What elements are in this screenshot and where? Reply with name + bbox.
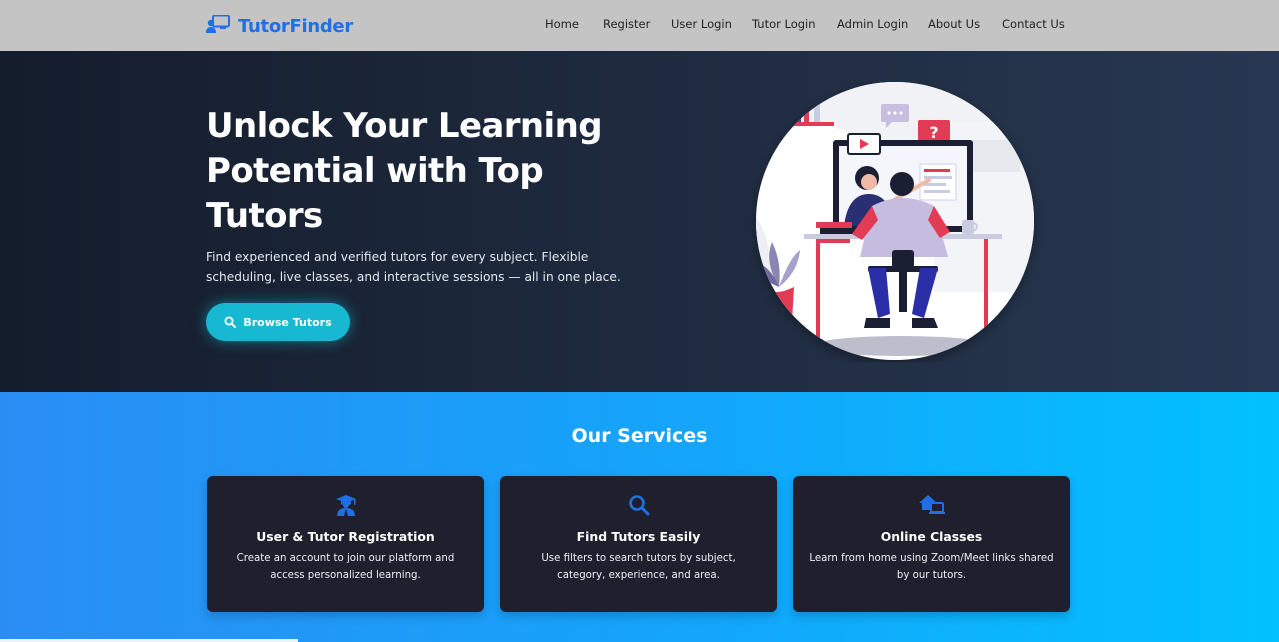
browse-tutors-label: Browse Tutors: [243, 315, 332, 329]
service-card-online-classes: Online Classes Learn from home using Zoo…: [793, 476, 1070, 612]
search-icon: [224, 313, 237, 332]
service-card-registration: User & Tutor Registration Create an acco…: [207, 476, 484, 612]
nav-register[interactable]: Register: [603, 17, 650, 31]
service-card-description: Use filters to search tutors by subject,…: [541, 553, 736, 581]
nav-user-login[interactable]: User Login: [671, 17, 732, 31]
brand-logo[interactable]: TutorFinder: [206, 14, 353, 38]
service-card-title: Online Classes: [880, 529, 983, 544]
chalkboard-user-icon: [206, 14, 230, 37]
main-nav: Home Register User Login Tutor Login Adm…: [532, 17, 1072, 35]
nav-admin-login[interactable]: Admin Login: [837, 17, 908, 31]
service-card-find-tutors: Find Tutors Easily Use filters to search…: [500, 476, 777, 612]
nav-tutor-login[interactable]: Tutor Login: [752, 17, 816, 31]
browse-tutors-button[interactable]: Browse Tutors: [206, 303, 350, 341]
navbar: TutorFinder Home Register User Login Tut…: [0, 0, 1279, 51]
online-class-icon: [793, 494, 1070, 518]
graduate-icon: [207, 494, 484, 518]
hero-title: Unlock Your Learning Potential with Top …: [206, 106, 603, 236]
nav-home[interactable]: Home: [545, 17, 579, 31]
service-card-title: User & Tutor Registration: [256, 529, 435, 544]
service-card-description: Learn from home using Zoom/Meet links sh…: [809, 553, 1054, 581]
online-tutoring-illustration: ?: [744, 82, 1046, 362]
nav-contact-us[interactable]: Contact Us: [1002, 17, 1065, 31]
search-icon: [500, 494, 777, 518]
svg-text:?: ?: [929, 123, 938, 142]
services-title: Our Services: [571, 425, 708, 447]
service-card-description: Create an account to join our platform a…: [236, 553, 455, 581]
hero-subtitle: Find experienced and verified tutors for…: [206, 250, 621, 284]
service-card-title: Find Tutors Easily: [576, 529, 701, 544]
brand-name: TutorFinder: [238, 15, 353, 37]
nav-about-us[interactable]: About Us: [928, 17, 980, 31]
